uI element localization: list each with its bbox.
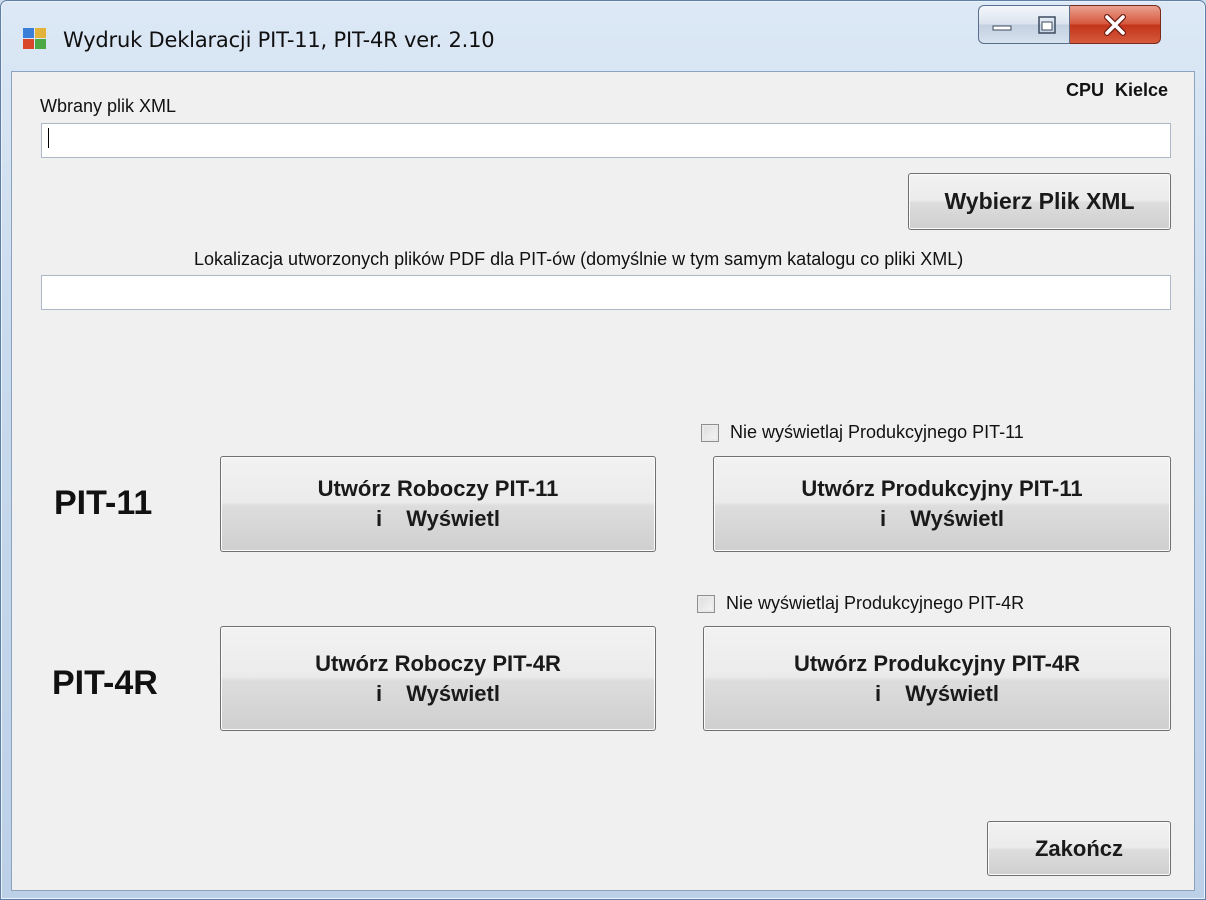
- window-title: Wydruk Deklaracji PIT-11, PIT-4R ver. 2.…: [63, 28, 495, 52]
- pit4r-production-line1: Utwórz Produkcyjny PIT-4R: [793, 650, 1081, 676]
- pit11-no-display-checkbox-row[interactable]: Nie wyświetlaj Produkcyjnego PIT-11: [701, 422, 1024, 443]
- pit4r-production-line2: i Wyświetl: [875, 680, 999, 706]
- pit4r-draft-button[interactable]: Utwórz Roboczy PIT-4R i Wyświetl: [220, 626, 656, 731]
- choose-xml-label: Wybierz Plik XML: [944, 188, 1135, 214]
- company-label: CPU Kielce: [1065, 80, 1168, 100]
- pit11-no-display-label: Nie wyświetlaj Produkcyjnego PIT-11: [730, 422, 1024, 442]
- pit11-draft-line2: i Wyświetl: [376, 506, 500, 531]
- app-icon: [23, 28, 47, 50]
- pit11-draft-button[interactable]: Utwórz Roboczy PIT-11 i Wyświetl: [220, 456, 656, 552]
- maximize-icon: [1037, 15, 1056, 34]
- close-icon: [1104, 13, 1126, 36]
- pit4r-draft-line2: i Wyświetl: [376, 680, 500, 706]
- pit4r-draft-line1: Utwórz Roboczy PIT-4R: [315, 650, 561, 676]
- pdf-location-input[interactable]: [41, 275, 1171, 310]
- minimize-icon: [992, 25, 1011, 30]
- minimize-button[interactable]: [978, 5, 1025, 44]
- client-area: CPU Kielce Wbrany plik XML Wybierz Plik …: [11, 71, 1195, 891]
- pdf-location-label: Lokalizacja utworzonych plików PDF dla P…: [194, 249, 964, 269]
- xml-file-input[interactable]: [41, 123, 1171, 158]
- pit4r-no-display-checkbox-row[interactable]: Nie wyświetlaj Produkcyjnego PIT-4R: [697, 593, 1024, 614]
- pit11-label: PIT-11: [54, 484, 153, 522]
- pit11-no-display-checkbox[interactable]: [701, 423, 719, 442]
- title-bar[interactable]: Wydruk Deklaracji PIT-11, PIT-4R ver. 2.…: [1, 1, 1205, 71]
- exit-button[interactable]: Zakończ: [987, 821, 1171, 876]
- pit11-production-line2: i Wyświetl: [880, 506, 1004, 531]
- pit4r-production-button[interactable]: Utwórz Produkcyjny PIT-4R i Wyświetl: [703, 626, 1171, 731]
- exit-label: Zakończ: [1034, 835, 1124, 861]
- pit11-production-button[interactable]: Utwórz Produkcyjny PIT-11 i Wyświetl: [713, 456, 1171, 552]
- xml-file-label: Wbrany plik XML: [40, 96, 177, 116]
- pit4r-label: PIT-4R: [52, 664, 158, 702]
- app-window: Wydruk Deklaracji PIT-11, PIT-4R ver. 2.…: [0, 0, 1206, 900]
- pit11-draft-line1: Utwórz Roboczy PIT-11: [317, 476, 559, 501]
- close-button[interactable]: [1070, 5, 1161, 44]
- pit4r-no-display-label: Nie wyświetlaj Produkcyjnego PIT-4R: [726, 593, 1025, 613]
- text-caret: [48, 128, 49, 149]
- choose-xml-button[interactable]: Wybierz Plik XML: [908, 173, 1171, 230]
- maximize-button[interactable]: [1024, 5, 1070, 44]
- pit4r-no-display-checkbox[interactable]: [697, 594, 715, 613]
- pit11-production-line1: Utwórz Produkcyjny PIT-11: [801, 476, 1083, 501]
